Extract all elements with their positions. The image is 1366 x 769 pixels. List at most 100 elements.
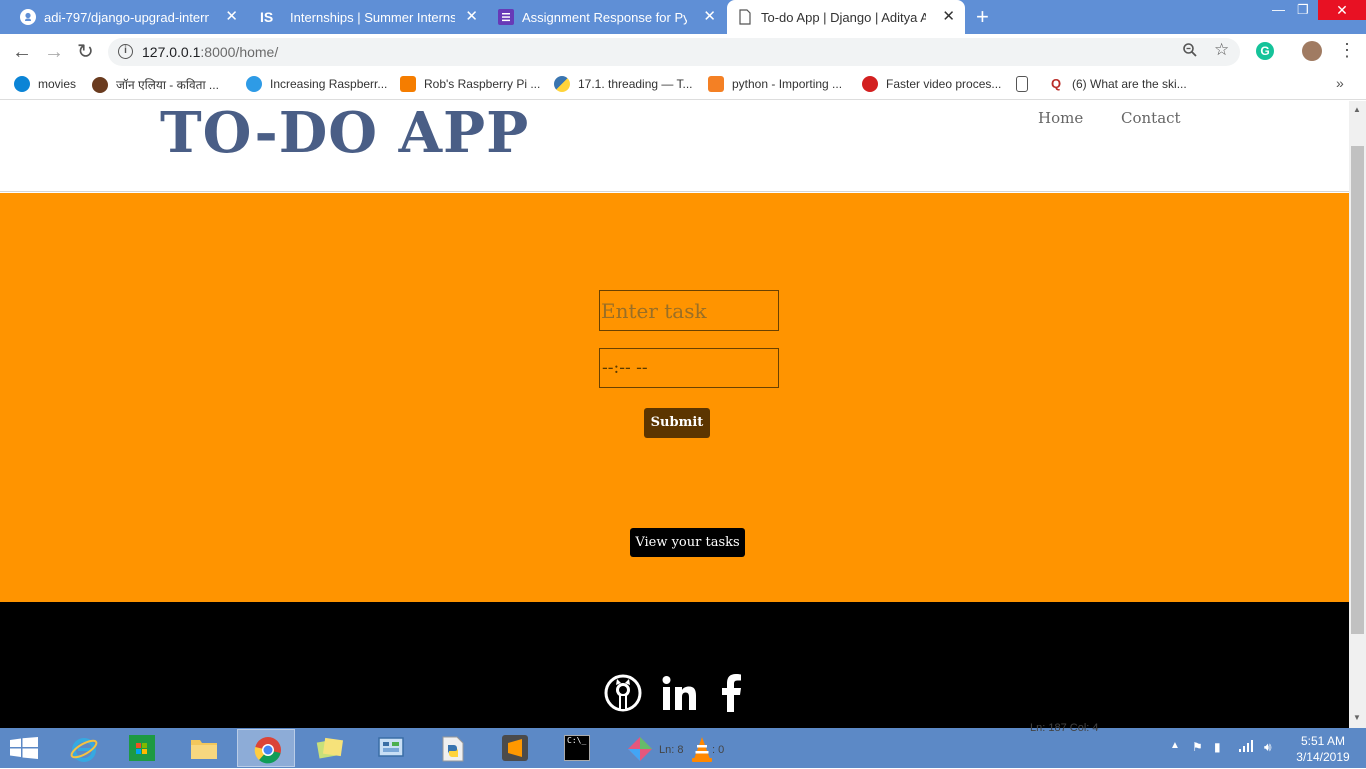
taskbar-control-panel[interactable] — [361, 729, 419, 767]
github-icon[interactable] — [604, 674, 642, 717]
close-icon[interactable]: ✕ — [942, 9, 955, 24]
nav-home-link[interactable]: Home — [1038, 109, 1083, 127]
folder-icon — [190, 735, 217, 761]
windows-taskbar: C:\_ Ln: 187 Col: 4 Ln: 8 : 0 ▲ ⚑ ▮ 🔊︎ 5… — [0, 722, 1366, 768]
store-icon — [129, 735, 155, 761]
sticky-notes-icon — [316, 735, 344, 761]
background-window-status-text: Ln: 187 Col: 4 — [1030, 722, 1099, 734]
windows-start-icon[interactable] — [10, 737, 38, 764]
bookmark-item[interactable] — [1016, 76, 1036, 92]
internshala-icon: IS — [260, 9, 274, 25]
bookmark-label: movies — [38, 77, 77, 91]
bookmark-label: जॉन एलिया - कविता ... — [116, 78, 219, 92]
bookmark-item[interactable]: जॉन एलिया - कविता ... — [92, 76, 219, 93]
bookmark-item[interactable]: Q (6) What are the ski... — [1048, 76, 1187, 92]
time-input[interactable]: --:-- -- — [599, 348, 779, 388]
forward-arrow-icon[interactable]: → — [44, 41, 64, 63]
system-clock[interactable]: 5:51 AM 3/14/2019 — [1290, 733, 1356, 765]
bookmark-label: python - Importing ... — [732, 77, 843, 91]
page-scrollbar[interactable]: ▲ ▼ — [1349, 101, 1366, 728]
site-logo[interactable]: TO-DO APP — [160, 101, 529, 165]
background-window-status-text: Ln: 8 — [659, 744, 684, 756]
restore-icon[interactable]: ❐ — [1297, 2, 1309, 18]
bookmarks-bar: movies जॉन एलिया - कविता ... Increasing … — [0, 70, 1366, 100]
taskbar-sticky-notes[interactable] — [300, 729, 358, 767]
minimize-icon[interactable]: — — [1272, 2, 1285, 17]
bookmark-favicon-icon — [92, 76, 108, 93]
view-tasks-button[interactable]: View your tasks — [630, 528, 745, 557]
facebook-icon[interactable] — [720, 674, 744, 717]
chrome-icon — [254, 736, 281, 764]
bookmark-star-icon[interactable]: ☆ — [1214, 40, 1229, 60]
raspberry-icon — [862, 76, 878, 92]
bookmark-label: (6) What are the ski... — [1072, 77, 1187, 91]
bookmark-label: 17.1. threading — T... — [578, 77, 693, 91]
reload-icon[interactable]: ↻ — [77, 41, 94, 63]
python-icon — [554, 76, 570, 92]
close-icon[interactable]: ✕ — [703, 9, 716, 24]
internet-explorer-icon — [70, 735, 98, 762]
volume-icon[interactable]: 🔊︎ — [1264, 740, 1272, 755]
grammarly-extension-icon[interactable]: G — [1256, 42, 1274, 60]
submit-button[interactable]: Submit — [644, 408, 710, 438]
vlc-icon — [688, 735, 714, 762]
tab-title: adi-797/django-upgrad-intern — [44, 9, 209, 25]
taskbar-sublime-text[interactable] — [486, 729, 544, 767]
clock-date: 3/14/2019 — [1296, 750, 1350, 764]
profile-avatar[interactable] — [1302, 41, 1322, 61]
scroll-thumb[interactable] — [1351, 146, 1364, 634]
taskbar-command-prompt[interactable]: C:\_ — [548, 729, 606, 767]
taskbar-chrome[interactable] — [237, 729, 295, 767]
bookmark-item[interactable]: 17.1. threading — T... — [554, 76, 693, 92]
bookmark-item[interactable]: python - Importing ... — [708, 76, 842, 92]
tab-assignment[interactable]: Assignment Response for Python ✕ — [488, 0, 726, 34]
tab-title: To-do App | Django | Aditya Aro — [761, 9, 926, 25]
taskbar-python-idle[interactable] — [423, 729, 481, 767]
page-viewport: TO-DO APP Home Contact --:-- -- Submit V… — [0, 101, 1349, 728]
url-host: 127.0.0.1 — [142, 44, 201, 60]
bookmark-item[interactable]: movies — [14, 76, 76, 92]
info-icon[interactable]: i — [118, 44, 133, 59]
python-file-icon — [439, 735, 465, 762]
menu-kebab-icon[interactable]: ⋮ — [1338, 40, 1356, 61]
tab-internshala[interactable]: IS Internships | Summer Internship ✕ — [248, 0, 488, 34]
linkedin-icon[interactable] — [661, 674, 699, 717]
tray-expand-icon[interactable]: ▲ — [1170, 740, 1180, 751]
bookmark-item[interactable]: Rob's Raspberry Pi ... — [400, 76, 540, 92]
bookmarks-overflow-icon[interactable]: » — [1336, 75, 1344, 91]
address-bar[interactable]: i 127.0.0.1:8000/home/ ☆ — [108, 38, 1240, 66]
bookmark-item[interactable]: Increasing Raspberr... — [246, 76, 387, 92]
bookmark-favicon-icon — [246, 76, 262, 92]
scroll-down-arrow-icon[interactable]: ▼ — [1353, 713, 1361, 722]
tab-title: Assignment Response for Python — [522, 9, 687, 25]
new-tab-button[interactable]: + — [976, 5, 989, 29]
task-input[interactable] — [599, 290, 779, 331]
forms-icon — [498, 9, 514, 25]
command-prompt-icon: C:\_ — [564, 735, 590, 761]
sublime-text-icon — [502, 735, 528, 761]
control-panel-icon — [377, 735, 404, 761]
tab-todo-app[interactable]: To-do App | Django | Aditya Aro ✕ — [727, 0, 965, 34]
url-path: :8000/home/ — [200, 44, 279, 60]
background-window-status-text: : 0 — [712, 744, 725, 756]
action-center-flag-icon[interactable]: ⚑ — [1192, 740, 1203, 754]
taskbar-internet-explorer[interactable] — [54, 729, 112, 767]
back-arrow-icon[interactable]: ← — [12, 41, 32, 63]
scroll-up-arrow-icon[interactable]: ▲ — [1353, 105, 1361, 114]
diamond-app-icon — [626, 735, 652, 761]
tab-title: Internships | Summer Internship — [290, 9, 455, 25]
taskbar-store[interactable] — [113, 729, 171, 767]
network-signal-icon[interactable] — [1239, 740, 1255, 755]
tab-github[interactable]: adi-797/django-upgrad-intern ✕ — [0, 0, 248, 34]
nav-contact-link[interactable]: Contact — [1121, 109, 1181, 127]
bookmark-item[interactable]: Faster video proces... — [862, 76, 1001, 92]
close-icon[interactable]: ✕ — [225, 9, 238, 24]
battery-icon[interactable]: ▮ — [1214, 740, 1221, 754]
bookmark-favicon-icon — [14, 76, 30, 92]
window-close-button[interactable]: ✕ — [1318, 0, 1366, 20]
zoom-icon[interactable] — [1182, 42, 1198, 63]
url-text[interactable]: 127.0.0.1:8000/home/ — [142, 44, 278, 60]
close-icon[interactable]: ✕ — [465, 9, 478, 24]
browser-toolbar: ← → ↻ i 127.0.0.1:8000/home/ ☆ G ⋮ — [0, 34, 1366, 70]
taskbar-file-explorer[interactable] — [174, 729, 232, 767]
